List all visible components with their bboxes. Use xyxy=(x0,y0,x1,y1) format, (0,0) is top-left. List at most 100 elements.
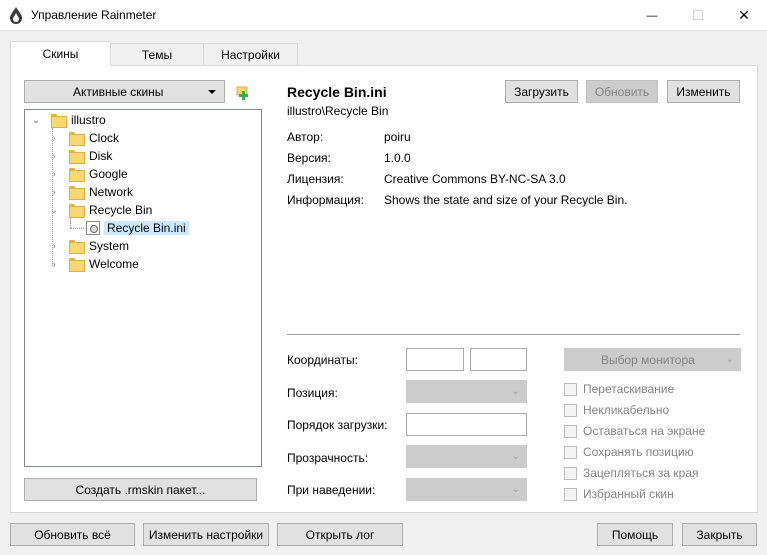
tree-item-label: Network xyxy=(89,185,134,199)
checkbox-label: Перетаскивание xyxy=(583,382,675,396)
chevron-down-icon xyxy=(208,89,216,94)
minimize-icon: — xyxy=(646,9,658,22)
tree-item-recycle-bin[interactable]: ⌄ Recycle Bin xyxy=(49,201,152,219)
tree-item-label: Google xyxy=(89,167,128,181)
active-skins-dropdown[interactable]: Активные скины xyxy=(24,80,225,103)
transparency-label: Прозрачность: xyxy=(287,451,369,465)
position-label: Позиция: xyxy=(287,386,338,400)
chevron-right-icon[interactable]: › xyxy=(49,259,59,270)
checkbox-box xyxy=(564,445,577,459)
folder-icon xyxy=(51,114,67,128)
folder-icon xyxy=(69,204,85,218)
chevron-right-icon[interactable]: › xyxy=(49,169,59,180)
folder-icon xyxy=(69,132,85,146)
edit-button[interactable]: Изменить xyxy=(667,80,740,103)
edit-settings-button[interactable]: Изменить настройки xyxy=(143,523,269,546)
tab-skins[interactable]: Скины xyxy=(10,41,111,66)
checkbox-label: Зацепляться за края xyxy=(583,466,699,480)
checkbox-favorite: Избранный скин xyxy=(564,487,674,501)
maximize-button: ☐ xyxy=(675,0,721,31)
separator xyxy=(287,334,740,336)
checkbox-box xyxy=(564,424,577,438)
author-value: poiru xyxy=(384,130,411,144)
y-coord-field[interactable] xyxy=(470,348,527,371)
tree-item-label: System xyxy=(89,239,130,253)
chevron-right-icon[interactable]: › xyxy=(49,187,59,198)
author-label: Автор: xyxy=(287,130,324,144)
title-bar: Управление Rainmeter — ☐ ✕ xyxy=(0,0,767,31)
folder-icon xyxy=(69,168,85,182)
skins-tree[interactable]: ⌄ illustro › Clock › Disk › Google › Net… xyxy=(24,109,262,467)
create-package-button[interactable]: Создать .rmskin пакет... xyxy=(24,478,257,501)
checkbox-label: Избранный скин xyxy=(583,487,674,501)
info-value: Shows the state and size of your Recycle… xyxy=(384,193,628,207)
coords-label: Координаты: xyxy=(287,353,358,367)
checkbox-keep-on-screen: Оставаться на экране xyxy=(564,424,705,438)
help-button[interactable]: Помощь xyxy=(597,523,673,546)
checkbox-box xyxy=(564,382,577,396)
refresh-all-button[interactable]: Обновить всё xyxy=(10,523,135,546)
folder-icon xyxy=(69,240,85,254)
chevron-right-icon[interactable]: › xyxy=(49,133,59,144)
tree-item-google[interactable]: › Google xyxy=(49,165,128,183)
load-order-field[interactable] xyxy=(406,413,527,436)
info-label: Информация: xyxy=(287,193,364,207)
refresh-button: Обновить xyxy=(586,80,658,103)
x-coord-field[interactable] xyxy=(406,348,464,371)
tree-item-recycle-bin-ini[interactable]: Recycle Bin.ini xyxy=(86,219,189,237)
version-label: Версия: xyxy=(287,151,331,165)
tree-item-clock[interactable]: › Clock xyxy=(49,129,119,147)
tree-item-welcome[interactable]: › Welcome xyxy=(49,255,139,273)
chevron-down-icon[interactable]: ⌄ xyxy=(31,115,41,126)
checkbox-label: Сохранять позицию xyxy=(583,445,694,459)
folder-icon xyxy=(69,150,85,164)
tree-item-label: Recycle Bin xyxy=(89,203,153,217)
tree-item-illustro[interactable]: ⌄ illustro xyxy=(31,111,106,129)
license-label: Лицензия: xyxy=(287,172,344,186)
ini-file-icon xyxy=(86,221,100,235)
tree-item-disk[interactable]: › Disk xyxy=(49,147,112,165)
chevron-down-icon: ⌄ xyxy=(511,484,520,495)
chevron-right-icon[interactable]: › xyxy=(49,151,59,162)
transparency-select: ⌄ xyxy=(406,445,527,468)
folder-icon xyxy=(69,186,85,200)
checkbox-box xyxy=(564,487,577,501)
load-order-label: Порядок загрузки: xyxy=(287,418,388,432)
checkbox-click-through: Некликабельно xyxy=(564,403,669,417)
chevron-down-icon[interactable]: ⌄ xyxy=(49,205,59,216)
tree-item-system[interactable]: › System xyxy=(49,237,129,255)
tree-item-label: Welcome xyxy=(89,257,139,271)
chevron-right-icon[interactable]: › xyxy=(49,241,59,252)
chevron-down-icon: ⌄ xyxy=(511,451,520,462)
checkbox-draggable: Перетаскивание xyxy=(564,382,674,396)
chevron-down-icon: ⌄ xyxy=(725,354,734,365)
monitor-select-label: Выбор монитора xyxy=(601,352,695,367)
maximize-icon: ☐ xyxy=(691,7,705,23)
checkbox-box xyxy=(564,403,577,417)
tree-item-label: Recycle Bin.ini xyxy=(104,221,189,235)
checkbox-box xyxy=(564,466,577,480)
checkbox-label: Оставаться на экране xyxy=(583,424,706,438)
tree-item-label: Clock xyxy=(89,131,120,145)
tab-settings[interactable]: Настройки xyxy=(203,43,298,65)
monitor-select: Выбор монитора ⌄ xyxy=(564,348,741,371)
tab-themes[interactable]: Темы xyxy=(110,43,204,65)
close-icon: ✕ xyxy=(738,7,750,23)
on-hover-select: ⌄ xyxy=(406,478,527,501)
folder-icon xyxy=(69,258,85,272)
window-title: Управление Rainmeter xyxy=(31,8,157,22)
chevron-down-icon: ⌄ xyxy=(511,386,520,397)
load-button[interactable]: Загрузить xyxy=(505,80,578,103)
close-window-button[interactable]: ✕ xyxy=(721,0,767,31)
tree-item-label: Disk xyxy=(89,149,113,163)
active-skins-label: Активные скины xyxy=(73,84,164,99)
on-hover-label: При наведении: xyxy=(287,483,376,497)
open-log-button[interactable]: Открыть лог xyxy=(277,523,403,546)
close-button[interactable]: Закрыть xyxy=(682,523,757,546)
tree-item-network[interactable]: › Network xyxy=(49,183,133,201)
skin-title: Recycle Bin.ini xyxy=(287,84,387,100)
add-skin-icon[interactable] xyxy=(235,83,251,100)
checkbox-save-position: Сохранять позицию xyxy=(564,445,694,459)
minimize-button[interactable]: — xyxy=(629,0,675,31)
skin-path: illustro\Recycle Bin xyxy=(287,104,389,118)
